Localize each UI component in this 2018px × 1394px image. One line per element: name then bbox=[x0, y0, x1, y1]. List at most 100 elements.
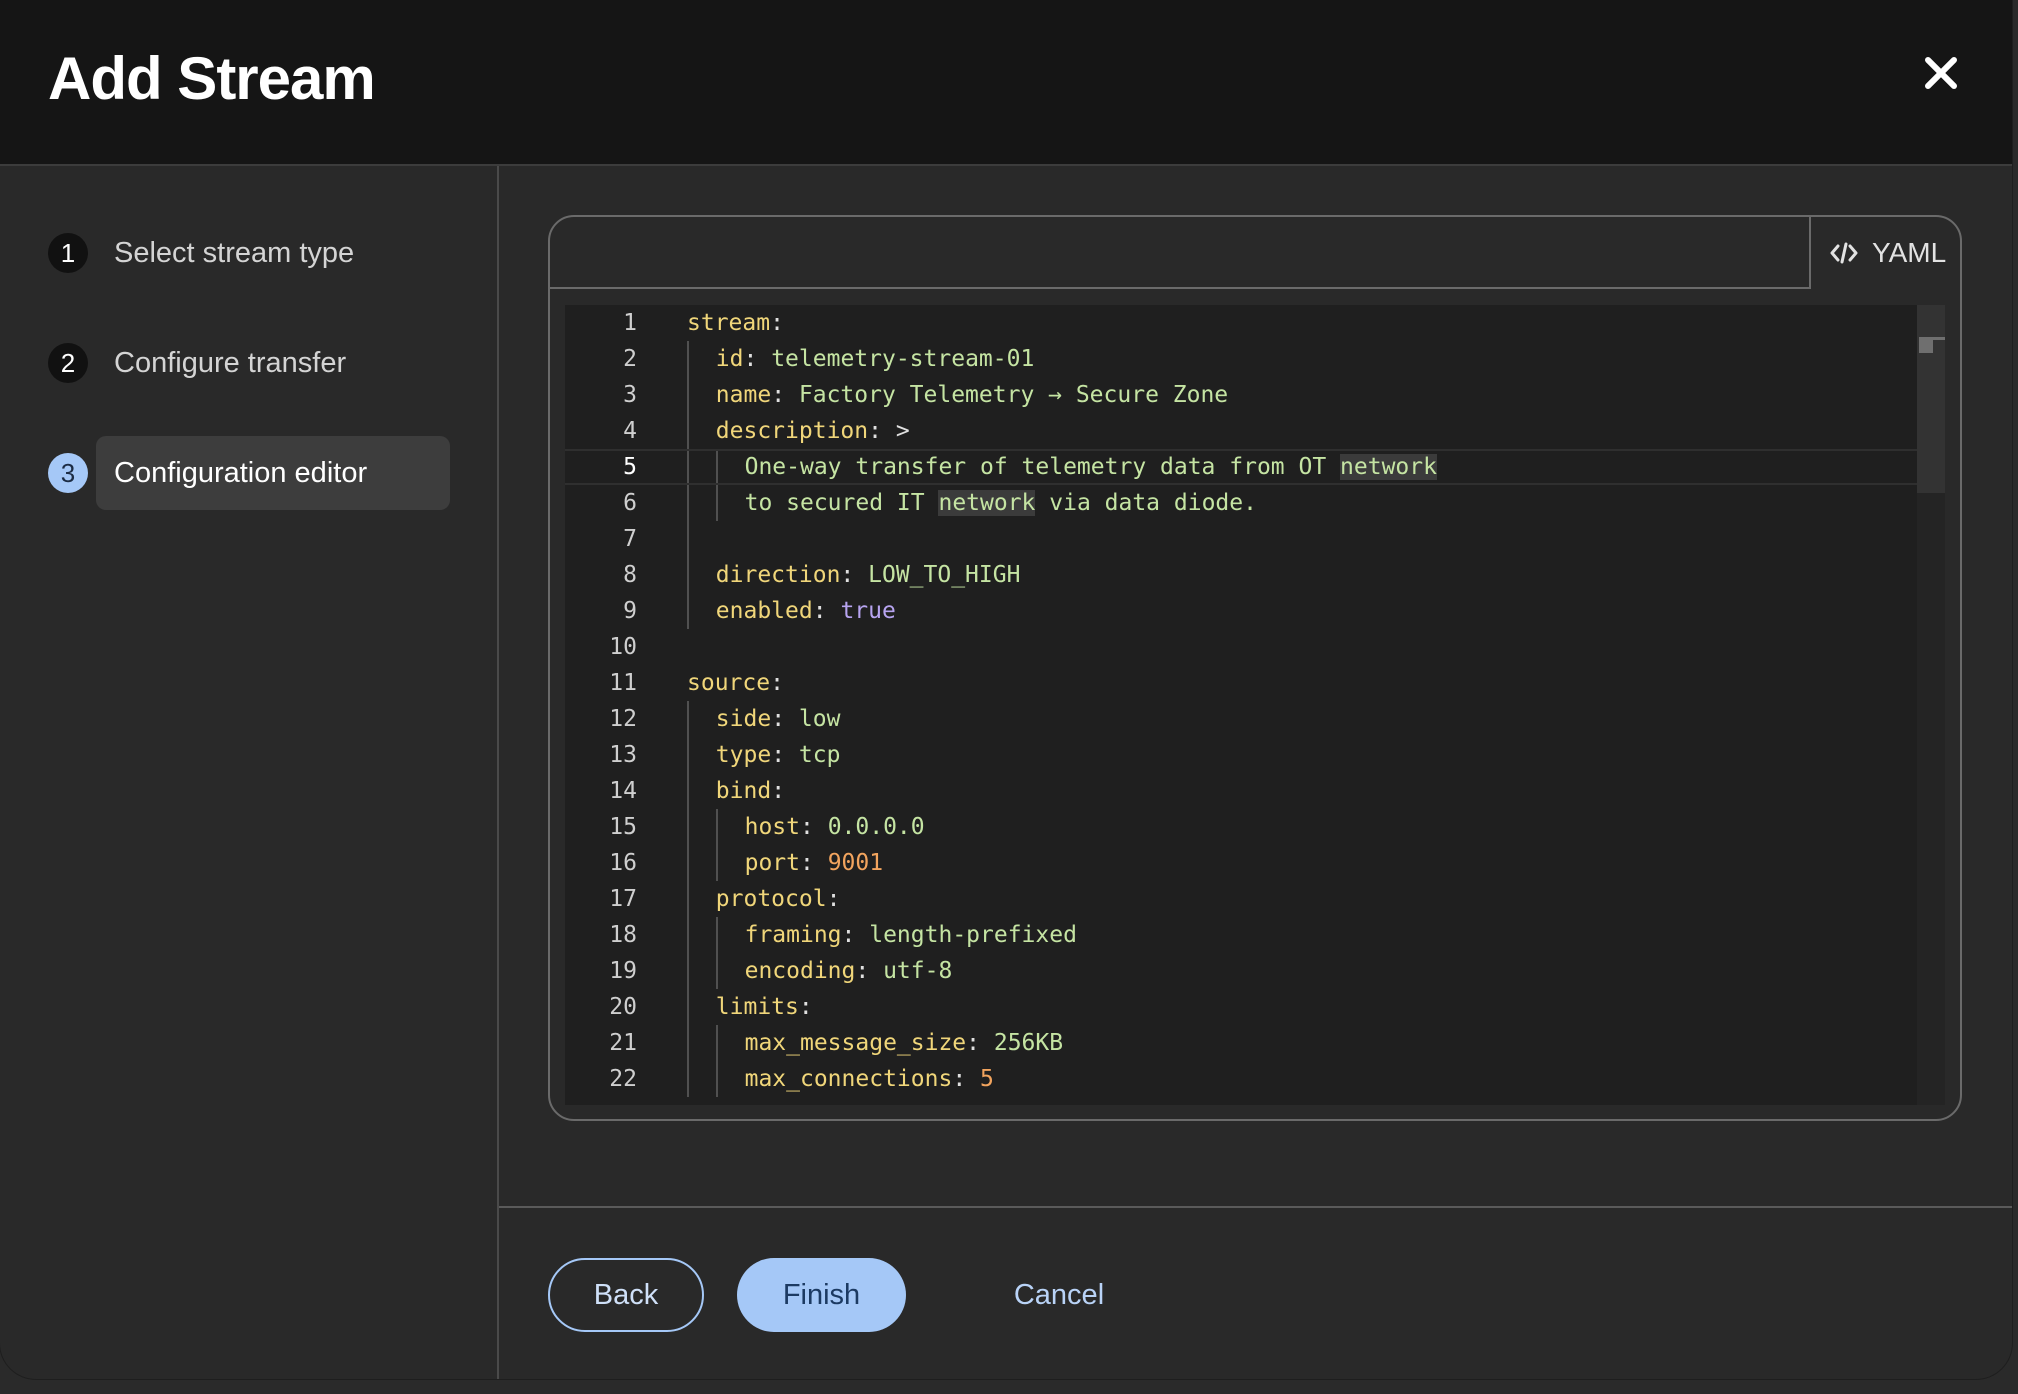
line-text: description: > bbox=[716, 413, 910, 449]
code-token: protocol bbox=[715, 886, 827, 912]
step-select-stream-type[interactable]: 1 Select stream type bbox=[48, 216, 448, 290]
code-token: 256KB bbox=[993, 1030, 1064, 1056]
line-text: id: telemetry-stream-01 bbox=[716, 341, 1035, 377]
code-token: side bbox=[715, 706, 772, 732]
code-line[interactable]: 10 bbox=[565, 629, 1917, 665]
code-line[interactable]: 18 framing: length-prefixed bbox=[565, 917, 1917, 953]
indent-guide bbox=[687, 917, 689, 953]
code-line[interactable]: 14 bind: bbox=[565, 773, 1917, 809]
code-line[interactable]: 1 stream: bbox=[565, 305, 1917, 341]
code-line[interactable]: 19 encoding: utf-8 bbox=[565, 953, 1917, 989]
indent-guide bbox=[687, 521, 689, 557]
line-text: to secured IT network via data diode. bbox=[745, 485, 1257, 521]
indent-guide bbox=[715, 917, 718, 953]
code-token: 0.0.0.0 bbox=[827, 814, 925, 840]
code-token: max_connections bbox=[744, 1066, 953, 1092]
code-token: : bbox=[840, 562, 869, 588]
indent-guide bbox=[715, 485, 718, 521]
finish-button[interactable]: Finish bbox=[737, 1258, 906, 1332]
code-line[interactable]: 5 One-way transfer of telemetry data from… bbox=[565, 449, 1917, 485]
editor-scrollbar[interactable] bbox=[1917, 305, 1945, 1105]
code-token: : bbox=[771, 706, 799, 732]
tab-yaml[interactable]: YAML bbox=[1814, 217, 1960, 289]
step-configure-transfer[interactable]: 2 Configure transfer bbox=[48, 326, 448, 400]
code-line[interactable]: 8 direction: LOW_TO_HIGH bbox=[565, 557, 1917, 593]
code-token: description bbox=[715, 418, 869, 444]
modal-title: Add Stream bbox=[48, 45, 376, 112]
code-line[interactable]: 21 max_message_size: 256KB bbox=[565, 1025, 1917, 1061]
line-number: 22 bbox=[609, 1066, 637, 1092]
code-token: length-prefixed bbox=[869, 922, 1077, 948]
indent-guide bbox=[687, 809, 689, 845]
code-token: : bbox=[771, 742, 799, 768]
line-number: 14 bbox=[609, 778, 637, 804]
code-line[interactable]: 2 id: telemetry-stream-01 bbox=[565, 341, 1917, 377]
indent-guide bbox=[687, 1061, 689, 1097]
close-button[interactable] bbox=[1916, 48, 1966, 98]
indent-guide bbox=[687, 557, 689, 593]
code-line[interactable]: 13 type: tcp bbox=[565, 737, 1917, 773]
line-number: 17 bbox=[609, 886, 637, 912]
code-token: 5 bbox=[980, 1066, 994, 1092]
code-line[interactable]: 16 port: 9001 bbox=[565, 845, 1917, 881]
code-line[interactable]: 9 enabled: true bbox=[565, 593, 1917, 629]
code-line[interactable]: 20 limits: bbox=[565, 989, 1917, 1025]
scrollbar-thumb[interactable] bbox=[1917, 305, 1945, 493]
indent-guide bbox=[715, 451, 718, 483]
code-line[interactable]: 3 name: Factory Telemetry → Secure Zone bbox=[565, 377, 1917, 413]
code-token: true bbox=[840, 598, 896, 624]
code-token: : > bbox=[868, 418, 910, 444]
indent-guide bbox=[687, 485, 689, 521]
indent-guide bbox=[687, 593, 689, 629]
code-token: LOW_TO_HIGH bbox=[868, 562, 1021, 588]
line-text: direction: LOW_TO_HIGH bbox=[716, 557, 1021, 593]
line-number: 12 bbox=[609, 706, 637, 732]
line-number: 21 bbox=[609, 1030, 637, 1056]
line-text: enabled: true bbox=[716, 593, 896, 629]
code-token: enabled bbox=[715, 598, 813, 624]
code-line[interactable]: 6 to secured IT network via data diode. bbox=[565, 485, 1917, 521]
code-token: to secured IT bbox=[744, 490, 939, 516]
line-text: name: Factory Telemetry → Secure Zone bbox=[716, 377, 1228, 413]
code-line[interactable]: 12 side: low bbox=[565, 701, 1917, 737]
code-token: stream bbox=[687, 310, 771, 336]
back-button[interactable]: Back bbox=[548, 1258, 704, 1332]
line-text: One-way transfer of telemetry data from … bbox=[745, 451, 1437, 483]
code-token: telemetry-stream-01 bbox=[771, 346, 1035, 372]
code-token: port bbox=[744, 850, 800, 876]
code-text-area[interactable]: 22 max_connections: 5 21 max_message_size: … bbox=[565, 305, 1945, 1105]
indent-guide bbox=[687, 1025, 689, 1061]
line-number: 19 bbox=[609, 958, 637, 984]
code-line[interactable]: 4 description: > bbox=[565, 413, 1917, 449]
line-number: 2 bbox=[623, 346, 637, 372]
indent-guide bbox=[715, 845, 718, 881]
code-line[interactable]: 7 bbox=[565, 521, 1917, 557]
editor-content: YAML 22 max_connections: 5 21 max_message_s… bbox=[499, 166, 2012, 1206]
code-token: : bbox=[770, 670, 784, 696]
indent-guide bbox=[687, 953, 689, 989]
line-number: 11 bbox=[609, 670, 637, 696]
indent-guide bbox=[687, 377, 689, 413]
line-text: max_message_size: 256KB bbox=[745, 1025, 1064, 1061]
code-token: network bbox=[938, 490, 1036, 516]
code-line[interactable]: 11 source: bbox=[565, 665, 1917, 701]
code-token: via data diode. bbox=[1035, 490, 1257, 516]
code-line[interactable]: 22 max_connections: 5 bbox=[565, 1061, 1917, 1097]
indent-guide bbox=[715, 1025, 718, 1061]
indent-guide bbox=[687, 413, 689, 449]
step-configuration-editor[interactable]: 3 Configuration editor bbox=[48, 436, 450, 510]
line-number: 16 bbox=[609, 850, 637, 876]
editor-tab-bar: YAML bbox=[550, 217, 1960, 289]
line-text: limits: bbox=[716, 989, 813, 1025]
modal-header: Add Stream bbox=[0, 0, 2012, 166]
code-line[interactable]: 17 protocol: bbox=[565, 881, 1917, 917]
line-text: host: 0.0.0.0 bbox=[745, 809, 925, 845]
code-line[interactable]: 15 host: 0.0.0.0 bbox=[565, 809, 1917, 845]
code-token: : bbox=[952, 1066, 981, 1092]
indent-guide bbox=[687, 845, 689, 881]
code-token: : bbox=[771, 382, 799, 408]
cancel-button[interactable]: Cancel bbox=[989, 1258, 1129, 1332]
line-text: max_connections: 5 bbox=[745, 1061, 994, 1097]
code-token: type bbox=[715, 742, 772, 768]
scrollbar-marker bbox=[1933, 337, 1945, 340]
